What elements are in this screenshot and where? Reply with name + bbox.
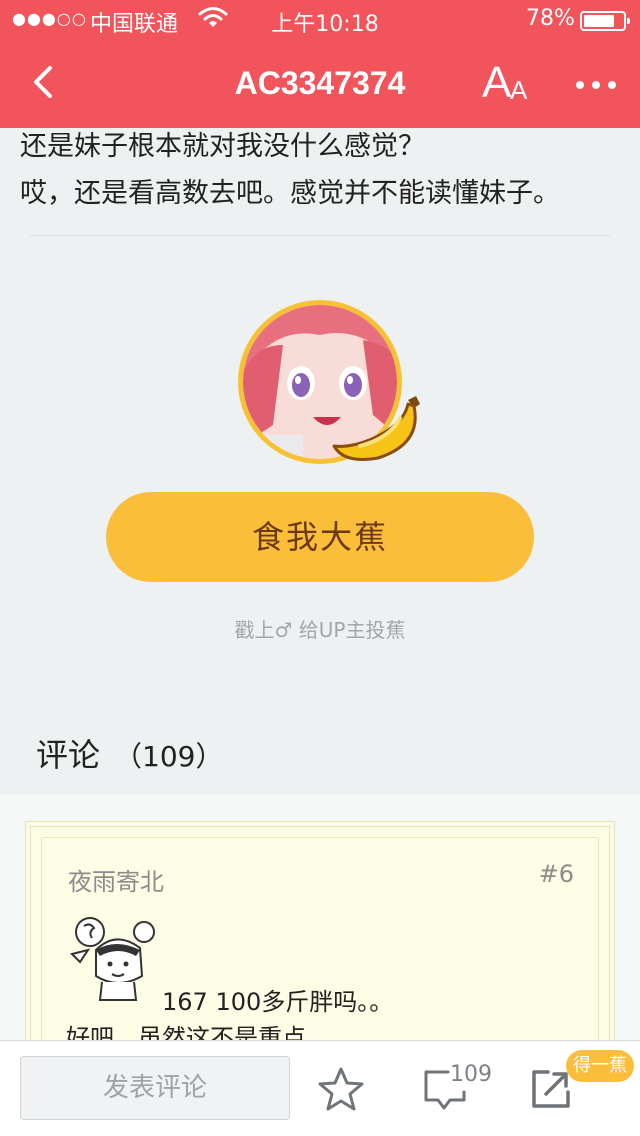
battery-nub xyxy=(627,18,630,24)
font-size-icon-small: A xyxy=(510,75,528,105)
comment-floor-number: #6 xyxy=(538,860,574,888)
get-banana-badge[interactable]: 得一蕉 xyxy=(566,1050,634,1082)
battery-fill xyxy=(584,15,614,27)
chevron-left-icon xyxy=(34,66,52,98)
carrier-name: 中国联通 xyxy=(90,12,179,37)
status-bar: ●●●○○ 中国联通 上午10:18 78% xyxy=(0,0,640,40)
feed-hint-text: 戳上♂ 给UP主投蕉 xyxy=(234,618,406,642)
battery-icon xyxy=(580,11,630,31)
status-time: 上午10:18 xyxy=(271,12,379,37)
comment-text-line: 167 100多斤胖吗。。 xyxy=(162,988,394,1016)
more-dots-icon xyxy=(576,81,616,89)
signal-strength-icon: ●●●○○ xyxy=(12,9,87,28)
font-size-icon-large: A xyxy=(482,58,512,107)
comments-count: （109） xyxy=(114,740,224,773)
battery-percentage: 78% xyxy=(526,6,575,31)
article-text-line: 哎，还是看高数去吧。感觉并不能读懂妹子。 xyxy=(20,178,560,209)
favorite-button[interactable] xyxy=(316,1064,366,1114)
feed-banana-button[interactable]: 食我大蕉 xyxy=(106,492,534,582)
comments-header: 评论 （109） xyxy=(36,732,223,780)
comment-username[interactable]: 夜雨寄北 xyxy=(68,862,164,897)
star-icon xyxy=(318,1067,364,1111)
top-header: ●●●○○ 中国联通 上午10:18 78% AC3347374 A A xyxy=(0,0,640,128)
article-text-line: 还是妹子根本就对我没什么感觉？ xyxy=(20,131,425,162)
comment-count-badge: 109 xyxy=(450,1062,492,1087)
more-button[interactable] xyxy=(568,62,624,108)
page-title: AC3347374 xyxy=(234,65,406,101)
sticker-emoticon-image xyxy=(66,910,166,1002)
comments-title: 评论 xyxy=(36,736,101,774)
font-size-button[interactable]: A A xyxy=(478,58,538,108)
back-button[interactable] xyxy=(22,56,66,108)
comment-input[interactable]: 发表评论 xyxy=(20,1056,290,1120)
section-divider xyxy=(30,235,610,236)
banana-icon xyxy=(330,394,426,464)
wifi-icon xyxy=(198,5,228,37)
